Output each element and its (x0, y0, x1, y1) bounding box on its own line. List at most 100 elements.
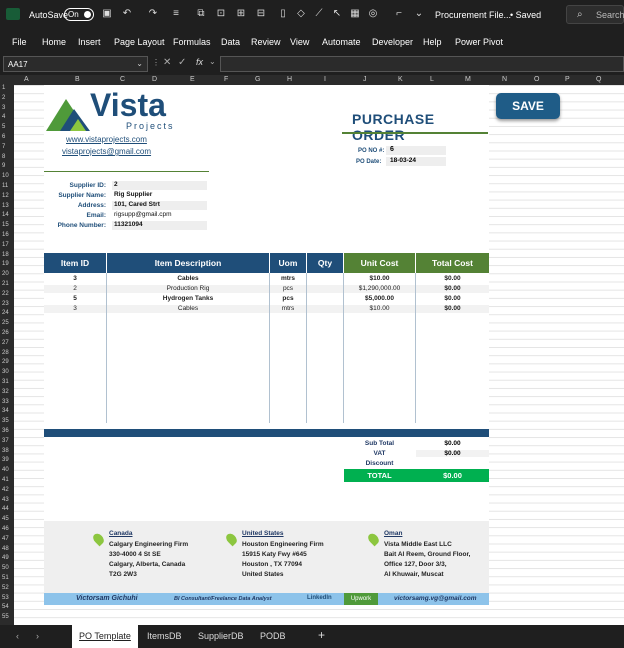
menu-automate[interactable]: Automate (322, 37, 361, 47)
col-header[interactable]: F (224, 76, 228, 83)
cell-item-id[interactable]: 2 (44, 285, 106, 293)
row-header[interactable]: 46 (2, 526, 9, 532)
email-value[interactable]: rigsupp@gmail.cpm (112, 211, 207, 220)
row-header[interactable]: 48 (2, 546, 9, 552)
cell-qty[interactable] (307, 305, 343, 313)
cell-uom[interactable]: pcs (270, 285, 306, 293)
tab-itemsdb[interactable]: ItemsDB (147, 631, 182, 641)
row-header[interactable]: 8 (2, 154, 5, 160)
cell-unit-cost[interactable]: $10.00 (344, 305, 415, 313)
cell-total-cost[interactable]: $0.00 (416, 305, 489, 313)
cell-unit-cost[interactable]: $1,290,000.00 (344, 285, 415, 293)
row-header[interactable]: 44 (2, 506, 9, 512)
menu-formulas[interactable]: Formulas (173, 37, 211, 47)
row-header[interactable]: 2 (2, 95, 5, 101)
menu-help[interactable]: Help (423, 37, 442, 47)
menu-review[interactable]: Review (251, 37, 281, 47)
row-header[interactable]: 27 (2, 340, 9, 346)
row-header[interactable]: 25 (2, 320, 9, 326)
row-header[interactable]: 47 (2, 536, 9, 542)
cell-item-desc[interactable]: Cables (107, 275, 269, 283)
cell-total-cost[interactable]: $0.00 (416, 295, 489, 303)
add-sheet-icon[interactable]: + (318, 628, 325, 642)
col-header[interactable]: D (152, 76, 157, 83)
row-header[interactable]: 17 (2, 242, 9, 248)
row-header[interactable]: 13 (2, 203, 9, 209)
menu-developer[interactable]: Developer (372, 37, 413, 47)
col-header[interactable]: L (430, 76, 434, 83)
supplier-name-value[interactable]: Rig Supplier (112, 191, 207, 200)
menu-power-pivot[interactable]: Power Pivot (455, 37, 503, 47)
formula-input[interactable] (220, 56, 624, 72)
copy-icon[interactable]: ⧉ (195, 8, 207, 20)
cursor-icon[interactable]: ↖ (331, 8, 343, 20)
row-header[interactable]: 1 (2, 85, 5, 91)
row-header[interactable]: 40 (2, 467, 9, 473)
row-header[interactable]: 23 (2, 301, 9, 307)
name-box[interactable]: AA17 ⌄ (3, 56, 148, 72)
worksheet-grid[interactable]: Vista Projects www.vistaprojects.com vis… (14, 85, 624, 625)
col-header[interactable]: P (565, 76, 570, 83)
row-header[interactable]: 37 (2, 438, 9, 444)
row-header[interactable]: 5 (2, 124, 5, 130)
row-header[interactable]: 32 (2, 389, 9, 395)
next-sheet-icon[interactable]: › (36, 631, 39, 641)
row-header[interactable]: 43 (2, 497, 9, 503)
col-header[interactable]: C (120, 76, 125, 83)
row-header[interactable]: 55 (2, 614, 9, 620)
row-header[interactable]: 53 (2, 595, 9, 601)
shapes-icon[interactable]: ◎ (367, 8, 379, 20)
document-icon[interactable]: ▯ (277, 8, 289, 20)
row-header[interactable]: 3 (2, 105, 5, 111)
menu-data[interactable]: Data (221, 37, 240, 47)
cell-unit-cost[interactable]: $10.00 (344, 275, 415, 283)
col-header[interactable]: G (255, 76, 260, 83)
col-header[interactable]: H (287, 76, 292, 83)
row-header[interactable]: 33 (2, 399, 9, 405)
cell-item-id[interactable]: 3 (44, 275, 106, 283)
website-link[interactable]: www.vistaprojects.com (66, 135, 147, 144)
prev-sheet-icon[interactable]: ‹ (16, 631, 19, 641)
vat-value[interactable]: $0.00 (416, 450, 489, 457)
col-header[interactable]: K (398, 76, 403, 83)
menu-view[interactable]: View (290, 37, 309, 47)
supplier-id-value[interactable]: 2 (112, 181, 207, 190)
col-header[interactable]: A (24, 76, 29, 83)
row-header[interactable]: 30 (2, 369, 9, 375)
row-header[interactable]: 19 (2, 261, 9, 267)
cell-uom[interactable]: pcs (270, 295, 306, 303)
crop-icon[interactable]: ⌐ (393, 8, 405, 20)
po-date-value[interactable]: 18-03-24 (386, 157, 446, 166)
row-header[interactable]: 28 (2, 350, 9, 356)
menu-insert[interactable]: Insert (78, 37, 101, 47)
wand-icon[interactable]: ⟋ (313, 8, 325, 20)
table-icon[interactable]: ⊟ (255, 8, 267, 20)
row-header[interactable]: 31 (2, 379, 9, 385)
col-header[interactable]: M (465, 76, 471, 83)
row-header[interactable]: 7 (2, 144, 5, 150)
po-no-value[interactable]: 6 (386, 146, 446, 155)
row-header[interactable]: 49 (2, 555, 9, 561)
confirm-icon[interactable]: ✓ (178, 57, 186, 68)
cell-qty[interactable] (307, 295, 343, 303)
row-header[interactable]: 35 (2, 418, 9, 424)
row-header[interactable]: 34 (2, 408, 9, 414)
cell-item-desc[interactable]: Production Rig (107, 285, 269, 293)
cell-total-cost[interactable]: $0.00 (416, 285, 489, 293)
row-header[interactable]: 36 (2, 428, 9, 434)
row-header[interactable]: 38 (2, 448, 9, 454)
search-box[interactable]: ⌕ Search (566, 5, 624, 24)
cell-uom[interactable]: mtrs (270, 275, 306, 283)
col-header[interactable]: N (502, 76, 507, 83)
menu-file[interactable]: File (12, 37, 27, 47)
col-header[interactable]: J (363, 76, 367, 83)
row-header[interactable]: 22 (2, 291, 9, 297)
redo-icon[interactable]: ↷ (147, 8, 159, 20)
cancel-icon[interactable]: ✕ (163, 57, 171, 68)
undo-icon[interactable]: ↶ (121, 8, 133, 20)
linkedin-icon[interactable]: LinkedIn (307, 595, 332, 601)
cell-total-cost[interactable]: $0.00 (416, 275, 489, 283)
fx-icon[interactable]: fx (196, 57, 203, 67)
cell-item-desc[interactable]: Cables (107, 305, 269, 313)
row-header[interactable]: 4 (2, 114, 5, 120)
